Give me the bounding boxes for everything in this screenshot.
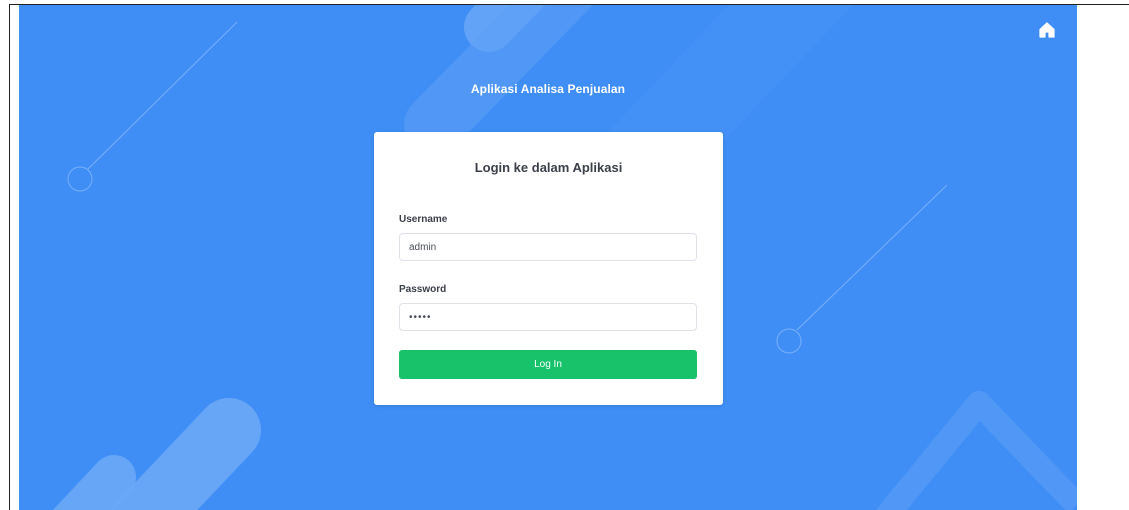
deco-circle	[67, 166, 93, 192]
username-label: Username	[399, 214, 448, 225]
deco-circle	[776, 328, 802, 354]
screenshot-frame: Aplikasi Analisa Penjualan Login ke dala…	[0, 0, 1129, 510]
frame-border-left	[9, 4, 10, 510]
deco-streak	[52, 455, 136, 510]
home-button[interactable]	[1037, 20, 1057, 40]
username-input[interactable]	[399, 233, 697, 261]
home-icon	[1039, 22, 1055, 38]
login-page: Aplikasi Analisa Penjualan Login ke dala…	[19, 5, 1077, 510]
deco-streak	[110, 398, 261, 510]
password-label: Password	[399, 284, 447, 295]
login-title: Login ke dalam Aplikasi	[474, 160, 623, 175]
login-card: Login ke dalam Aplikasi Username Passwor…	[374, 132, 723, 405]
login-button[interactable]: Log In	[399, 350, 697, 379]
deco-chevron	[875, 391, 1077, 510]
password-input[interactable]	[399, 303, 697, 331]
app-title: Aplikasi Analisa Penjualan	[470, 82, 626, 96]
deco-line	[796, 184, 948, 331]
